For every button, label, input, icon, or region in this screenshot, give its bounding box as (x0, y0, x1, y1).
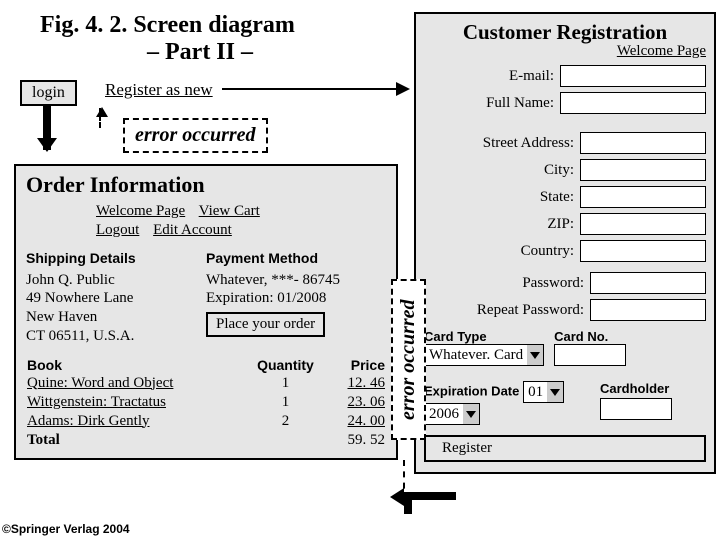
col-quantity: Quantity (243, 356, 329, 374)
error-occurred-box: error occurred (123, 118, 268, 153)
email-field[interactable] (560, 65, 706, 87)
repeat-password-label: Repeat Password: (424, 302, 590, 319)
login-button[interactable]: login (20, 80, 77, 106)
state-field[interactable] (580, 186, 706, 208)
card-no-field[interactable] (554, 344, 626, 366)
table-row: Quine: Word and Object112. 46 (26, 374, 386, 393)
order-links: Welcome Page View Cart Logout Edit Accou… (96, 202, 386, 240)
card-type-select[interactable]: Whatever. Card (424, 344, 544, 366)
payment-info: Whatever, ***- 86745Expiration: 01/2008 (206, 271, 386, 309)
country-field[interactable] (580, 240, 706, 262)
card-type-label: Card Type (424, 329, 544, 344)
exp-month-select[interactable]: 01 (523, 381, 564, 403)
logout-link[interactable]: Logout (96, 222, 139, 238)
state-label: State: (424, 189, 580, 206)
col-price: Price (328, 356, 386, 374)
view-cart-link[interactable]: View Cart (199, 203, 260, 219)
welcome-page-link[interactable]: Welcome Page (424, 43, 706, 60)
col-book: Book (26, 356, 243, 374)
email-label: E-mail: (424, 68, 560, 85)
chevron-down-icon (527, 345, 543, 365)
table-row: Adams: Dirk Gently224. 00 (26, 412, 386, 431)
zip-label: ZIP: (424, 216, 580, 233)
shipping-details-header: Shipping Details (26, 250, 136, 266)
street-field[interactable] (580, 132, 706, 154)
register-button[interactable]: Register (424, 435, 706, 462)
full-name-field[interactable] (560, 92, 706, 114)
zip-field[interactable] (580, 213, 706, 235)
register-as-new-link[interactable]: Register as new (105, 80, 213, 100)
expiration-date-label: Expiration Date (424, 384, 519, 399)
full-name-label: Full Name: (424, 95, 560, 112)
edit-account-link[interactable]: Edit Account (153, 222, 232, 238)
chevron-down-icon (547, 382, 563, 402)
password-field[interactable] (590, 272, 706, 294)
arrow-to-registration (222, 88, 408, 90)
cardholder-field[interactable] (600, 398, 672, 420)
chevron-down-icon (463, 404, 479, 424)
cardholder-label: Cardholder (600, 381, 669, 396)
error-arrow-up (99, 108, 101, 128)
repeat-password-field[interactable] (590, 299, 706, 321)
cart-table: Book Quantity Price Quine: Word and Obje… (26, 356, 386, 450)
city-label: City: (424, 162, 580, 179)
street-label: Street Address: (424, 135, 580, 152)
arrow-login-to-order (43, 104, 51, 150)
payment-method-header: Payment Method (206, 250, 318, 266)
shipping-address: John Q. Public49 Nowhere Lane New HavenC… (26, 271, 206, 346)
figure-caption: Fig. 4. 2. Screen diagram – Part II – (40, 12, 360, 66)
arrow-registration-to-order (404, 494, 412, 514)
exp-year-select[interactable]: 2006 (424, 403, 480, 425)
place-order-button[interactable]: Place your order (206, 312, 325, 337)
registration-title: Customer Registration (424, 20, 706, 45)
copyright: ©Springer Verlag 2004 (2, 522, 130, 536)
total-row: Total59. 52 (26, 431, 386, 450)
welcome-page-link[interactable]: Welcome Page (96, 203, 185, 219)
customer-registration-panel: Customer Registration Welcome Page E-mai… (414, 12, 716, 474)
order-information-panel: Order Information Welcome Page View Cart… (14, 164, 398, 460)
password-label: Password: (424, 275, 590, 292)
city-field[interactable] (580, 159, 706, 181)
card-no-label: Card No. (554, 329, 626, 344)
table-row: Wittgenstein: Tractatus123. 06 (26, 393, 386, 412)
error-occurred-box: error occurred (391, 279, 426, 440)
order-title: Order Information (26, 172, 386, 198)
country-label: Country: (424, 243, 580, 260)
